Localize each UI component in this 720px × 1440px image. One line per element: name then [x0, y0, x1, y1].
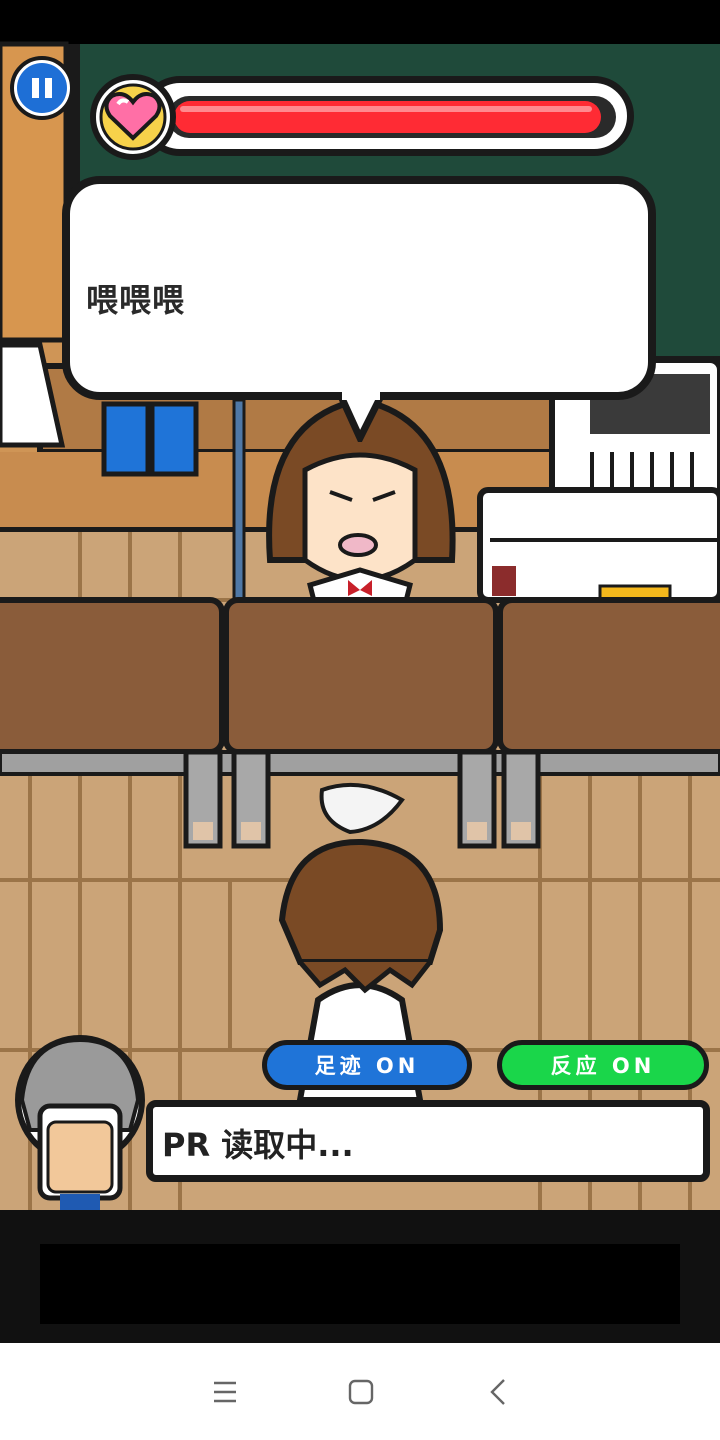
menu-icon[interactable]: [212, 1380, 238, 1404]
ad-banner-area: [40, 1244, 680, 1324]
game-stage[interactable]: 喂喂喂 足迹 ON 反应 ON PR 读取中...: [0, 0, 720, 1440]
square-home-icon[interactable]: [348, 1379, 374, 1405]
reaction-toggle-button[interactable]: 反应 ON: [497, 1040, 709, 1090]
hp-bar-shine: [180, 106, 592, 112]
footprint-toggle-button[interactable]: 足迹 ON: [262, 1040, 472, 1090]
heart-icon: [90, 74, 176, 160]
speech-text: 喂喂喂: [86, 281, 186, 319]
speech-bubble-tail: [336, 390, 386, 442]
status-message-text: PR 读取中...: [162, 1126, 354, 1164]
chevron-left-icon[interactable]: [488, 1378, 508, 1406]
pause-icon: [32, 78, 52, 98]
